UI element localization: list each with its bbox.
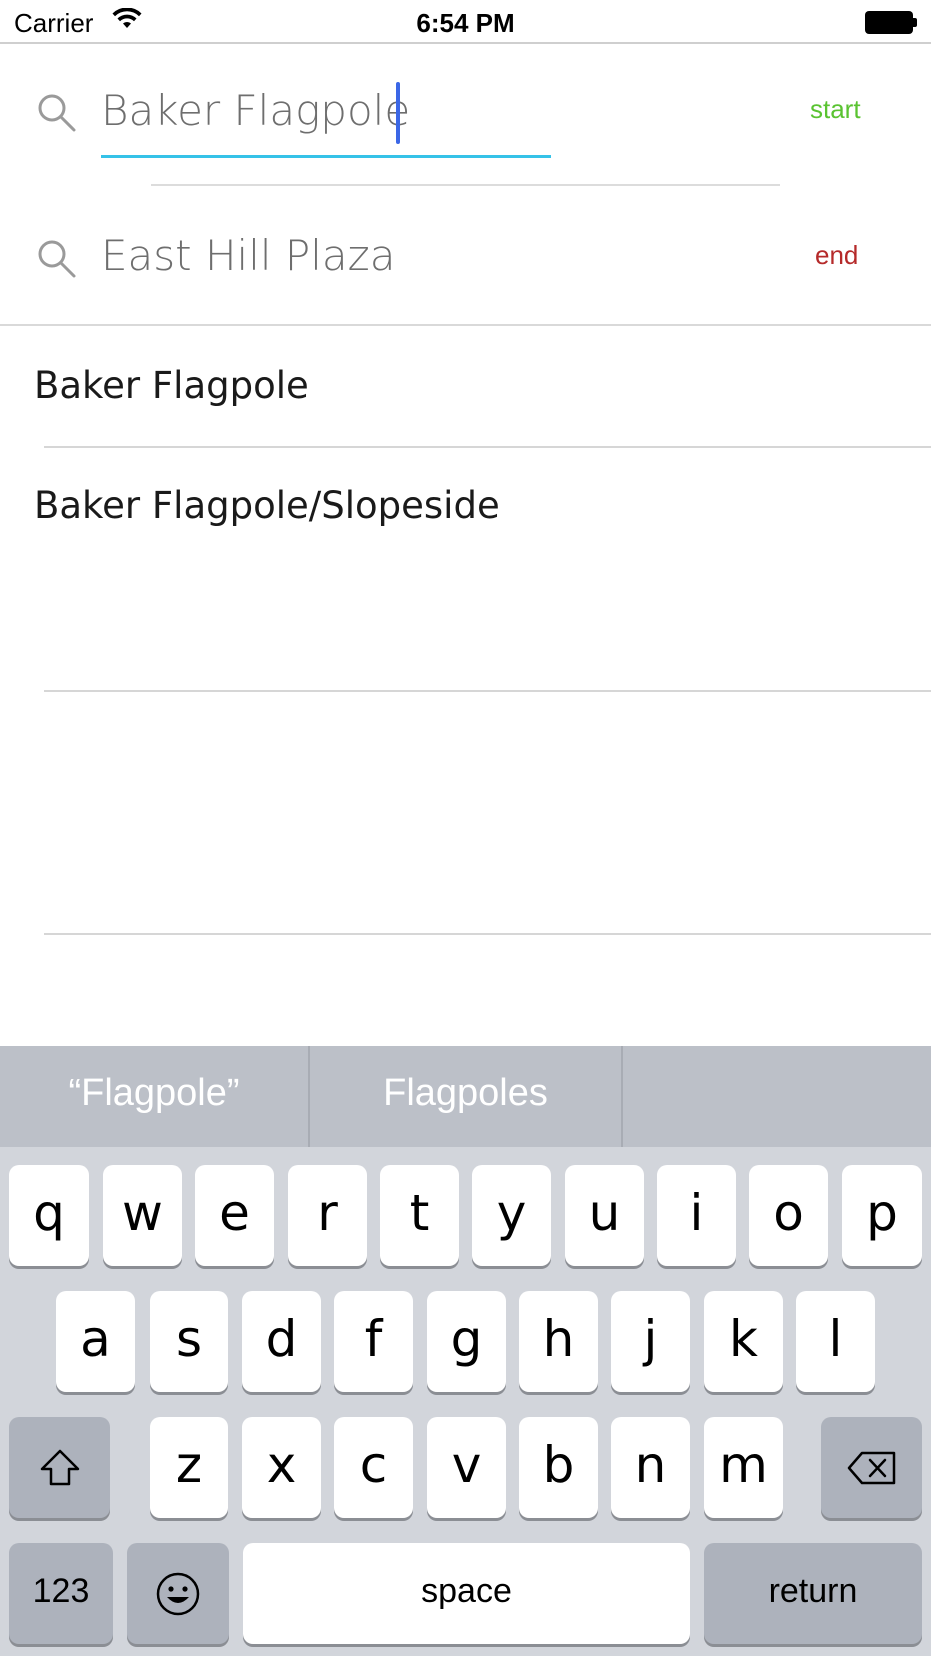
key-s[interactable]: s [150, 1291, 228, 1392]
key-r[interactable]: r [288, 1165, 367, 1266]
key-o[interactable]: o [749, 1165, 828, 1266]
key-k[interactable]: k [704, 1291, 783, 1392]
battery-icon [865, 11, 917, 34]
shift-key[interactable] [9, 1417, 110, 1518]
key-f[interactable]: f [334, 1291, 413, 1392]
key-t[interactable]: t [380, 1165, 459, 1266]
delete-key[interactable] [821, 1417, 922, 1518]
key-x[interactable]: x [242, 1417, 321, 1518]
key-n[interactable]: n [611, 1417, 690, 1518]
key-y[interactable]: y [472, 1165, 551, 1266]
result-label: Baker Flagpole/Slopeside [34, 484, 500, 527]
key-c[interactable]: c [334, 1417, 413, 1518]
key-m[interactable]: m [704, 1417, 783, 1518]
text-cursor [396, 82, 400, 144]
start-location-input[interactable] [101, 80, 551, 158]
end-button[interactable]: end [815, 240, 858, 271]
end-location-input[interactable] [101, 226, 551, 284]
key-w[interactable]: w [103, 1165, 182, 1266]
row-divider [44, 690, 931, 692]
key-p[interactable]: p [842, 1165, 922, 1266]
return-key[interactable]: return [704, 1543, 922, 1644]
space-key[interactable]: space [243, 1543, 690, 1644]
key-u[interactable]: u [565, 1165, 644, 1266]
row-divider [44, 933, 931, 935]
key-d[interactable]: d [242, 1291, 321, 1392]
suggestion-bar: “Flagpole” Flagpoles [0, 1046, 931, 1147]
key-e[interactable]: e [195, 1165, 274, 1266]
status-bar: Carrier 6:54 PM [0, 0, 931, 44]
key-i[interactable]: i [657, 1165, 736, 1266]
start-search-row: start [0, 62, 931, 162]
route-search-header: start end [0, 46, 931, 326]
suggestion-item[interactable] [623, 1046, 931, 1147]
search-icon [36, 92, 78, 134]
suggestion-item[interactable]: Flagpoles [310, 1046, 621, 1147]
result-label: Baker Flagpole [34, 364, 309, 407]
key-b[interactable]: b [519, 1417, 598, 1518]
key-l[interactable]: l [796, 1291, 875, 1392]
end-search-row: end [0, 208, 931, 308]
clock: 6:54 PM [416, 8, 515, 38]
key-g[interactable]: g [427, 1291, 506, 1392]
results-list: Baker Flagpole Baker Flagpole/Slopeside [0, 326, 931, 1046]
start-button[interactable]: start [810, 94, 861, 125]
key-z[interactable]: z [150, 1417, 228, 1518]
list-item[interactable]: Baker Flagpole/Slopeside [0, 448, 931, 568]
numbers-key[interactable]: 123 [9, 1543, 113, 1644]
list-item[interactable]: Baker Flagpole [0, 326, 931, 447]
search-icon [36, 238, 78, 280]
key-v[interactable]: v [427, 1417, 506, 1518]
key-a[interactable]: a [56, 1291, 135, 1392]
keyboard: “Flagpole” Flagpoles q w e r t y u i o p… [0, 1046, 931, 1656]
suggestion-item[interactable]: “Flagpole” [0, 1046, 308, 1147]
key-q[interactable]: q [9, 1165, 89, 1266]
header-divider [151, 184, 780, 186]
key-j[interactable]: j [611, 1291, 690, 1392]
key-h[interactable]: h [519, 1291, 598, 1392]
emoji-key[interactable] [127, 1543, 229, 1644]
